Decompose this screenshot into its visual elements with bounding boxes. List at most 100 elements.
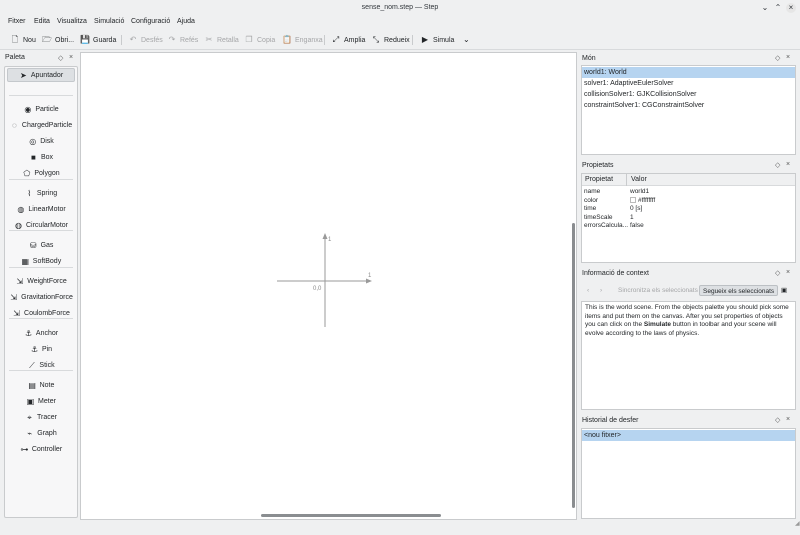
zoom-out-icon: ⤡ [372, 35, 380, 44]
close-dock-icon[interactable]: × [786, 54, 790, 61]
property-value[interactable]: world1 [630, 188, 649, 196]
cut-button[interactable]: ✂ Retalla [204, 34, 239, 46]
menu-view[interactable]: Visualitza [57, 18, 87, 25]
close-dock-icon[interactable]: × [786, 269, 790, 276]
world-tree-item[interactable]: world1: World [582, 67, 795, 78]
property-key: errorsCalcula... [584, 222, 629, 229]
property-row[interactable]: time 0 [s] [582, 205, 795, 213]
property-row[interactable]: color #ffffffff [582, 197, 795, 205]
palette-item-anchor[interactable]: ⚓ Anchor [5, 326, 77, 340]
copy-button[interactable]: ❐ Copia [244, 34, 275, 46]
property-value[interactable]: 1 [630, 214, 634, 222]
open-button[interactable]: 🗁 Obri... [42, 34, 74, 46]
open-browser-icon[interactable]: ▣ [778, 285, 790, 296]
menu-edit[interactable]: Edita [34, 18, 50, 25]
palette-item-polygon[interactable]: ⬠ Polygon [5, 166, 77, 180]
property-column-header[interactable]: Propietat [585, 176, 613, 183]
world-tree-item[interactable]: solver1: AdaptiveEulerSolver [582, 78, 795, 89]
new-button[interactable]: 🗋 Nou [10, 34, 36, 46]
follow-selected-button[interactable]: Segueix els seleccionats [699, 285, 779, 296]
palette-item-controller[interactable]: ⊶ Controller [5, 442, 77, 456]
property-row[interactable]: timeScale 1 [582, 214, 795, 222]
palette-item-chargedparticle[interactable]: ◌ ChargedParticle [5, 118, 77, 132]
world-canvas[interactable]: 1 1 0,0 [80, 52, 577, 520]
palette-item-disk[interactable]: ◎ Disk [5, 134, 77, 148]
property-row[interactable]: errorsCalcula... false [582, 222, 795, 230]
context-toolbar: ‹ › Sincronitza els seleccionats Segueix… [580, 282, 795, 299]
save-button[interactable]: 💾 Guarda [80, 34, 116, 46]
palette-item-gravitationforce[interactable]: ⇲ GravitationForce [5, 290, 77, 304]
canvas-vertical-scrollbar[interactable] [571, 53, 576, 515]
properties-table: Propietat Valor name world1 color #ffffffff… [581, 173, 796, 263]
close-dock-icon[interactable]: × [786, 161, 790, 168]
menu-file[interactable]: Fitxer [8, 18, 26, 25]
palette-item-linearmotor[interactable]: ◍ LinearMotor [5, 202, 77, 216]
chevron-down-icon[interactable]: ⌄ [461, 35, 471, 45]
vertical-scroll-thumb[interactable] [572, 223, 575, 508]
float-dock-icon[interactable]: ◇ [775, 416, 780, 424]
palette-item-particle[interactable]: ◉ Particle [5, 102, 77, 116]
palette-item-label: CoulombForce [24, 309, 70, 317]
palette-item-note[interactable]: ▤ Note [5, 378, 77, 392]
palette-item-label: LinearMotor [28, 205, 66, 213]
resize-grip-icon[interactable]: ◢ [795, 520, 800, 527]
simulate-button[interactable]: ▶ Simula ⌄ [420, 34, 471, 46]
float-dock-icon[interactable]: ◇ [775, 54, 780, 62]
palette-item-gas[interactable]: ⛁ Gas [5, 238, 77, 252]
property-value[interactable]: 0 [s] [630, 205, 642, 213]
palette-item-circularmotor[interactable]: ◍ CircularMotor [5, 218, 77, 232]
palette-item-tracer[interactable]: ⌖ Tracer [5, 410, 77, 424]
palette-item-softbody[interactable]: ▦ SoftBody [5, 254, 77, 268]
zoom-in-icon: ⤢ [332, 35, 340, 44]
value-column-header[interactable]: Valor [631, 176, 647, 183]
palette-item-label: Apuntador [30, 71, 64, 79]
property-row[interactable]: name world1 [582, 188, 795, 196]
paste-button[interactable]: 📋 Enganxa [282, 34, 323, 46]
undo-history-item[interactable]: <nou fitxer> [582, 430, 795, 441]
undo-history-dock: Historial de desfer ◇ × <nou fitxer> [580, 414, 797, 520]
palette-item-meter[interactable]: ▣ Meter [5, 394, 77, 408]
gravitation-force-icon: ⇲ [10, 292, 17, 302]
palette-item-stick[interactable]: ⟋ Stick [5, 358, 77, 372]
menu-simulation[interactable]: Simulació [94, 18, 124, 25]
palette-item-pin[interactable]: ⚓ Pin [5, 342, 77, 356]
palette-item-box[interactable]: ■ Box [5, 150, 77, 164]
menu-help[interactable]: Ajuda [177, 18, 195, 25]
close-dock-icon[interactable]: × [786, 416, 790, 423]
y-axis-arrow [322, 233, 328, 239]
maximize-window-button[interactable]: ⌃ [773, 3, 783, 13]
horizontal-scroll-thumb[interactable] [261, 514, 441, 517]
property-value[interactable]: false [630, 222, 644, 230]
close-dock-icon[interactable]: × [69, 54, 73, 61]
open-button-label: Obri... [55, 36, 75, 44]
redo-button[interactable]: ↷ Refés [167, 34, 199, 46]
minimize-window-button[interactable]: ⌄ [760, 3, 770, 13]
play-icon: ▶ [421, 35, 429, 44]
palette-item-label: Graph [37, 429, 57, 437]
float-dock-icon[interactable]: ◇ [775, 161, 780, 169]
sync-selected-button[interactable]: Sincronitza els seleccionats [615, 285, 701, 296]
world-tree-item[interactable]: constraintSolver1: CGConstraintSolver [582, 100, 795, 111]
back-icon[interactable]: ‹ [584, 285, 592, 296]
palette-item-spring[interactable]: ⌇ Spring [5, 186, 77, 200]
redo-button-label: Refés [180, 36, 199, 44]
menu-settings[interactable]: Configuració [131, 18, 170, 25]
zoom-in-button[interactable]: ⤢ Amplia [331, 34, 366, 46]
palette-item-weightforce[interactable]: ⇲ WeightForce [5, 274, 77, 288]
palette-item-label: Box [40, 153, 54, 161]
forward-icon[interactable]: › [597, 285, 605, 296]
canvas-horizontal-scrollbar[interactable] [81, 513, 571, 518]
meter-icon: ▣ [26, 396, 35, 406]
float-dock-icon[interactable]: ◇ [58, 54, 63, 62]
palette-item-coulombforce[interactable]: ⇲ CoulombForce [5, 306, 77, 320]
zoom-out-button[interactable]: ⤡ Redueix [371, 34, 410, 46]
zoom-out-button-label: Redueix [384, 36, 410, 44]
world-tree-item[interactable]: collisionSolver1: GJKCollisionSolver [582, 89, 795, 100]
close-window-button[interactable]: × [786, 3, 796, 13]
property-value[interactable]: #ffffffff [630, 197, 655, 205]
palette-item-apuntador[interactable]: ➤ Apuntador [7, 68, 75, 82]
float-dock-icon[interactable]: ◇ [775, 269, 780, 277]
palette-item-label: Controller [31, 445, 63, 453]
undo-button[interactable]: ↶ Desfés [128, 34, 163, 46]
palette-item-graph[interactable]: ⌁ Graph [5, 426, 77, 440]
